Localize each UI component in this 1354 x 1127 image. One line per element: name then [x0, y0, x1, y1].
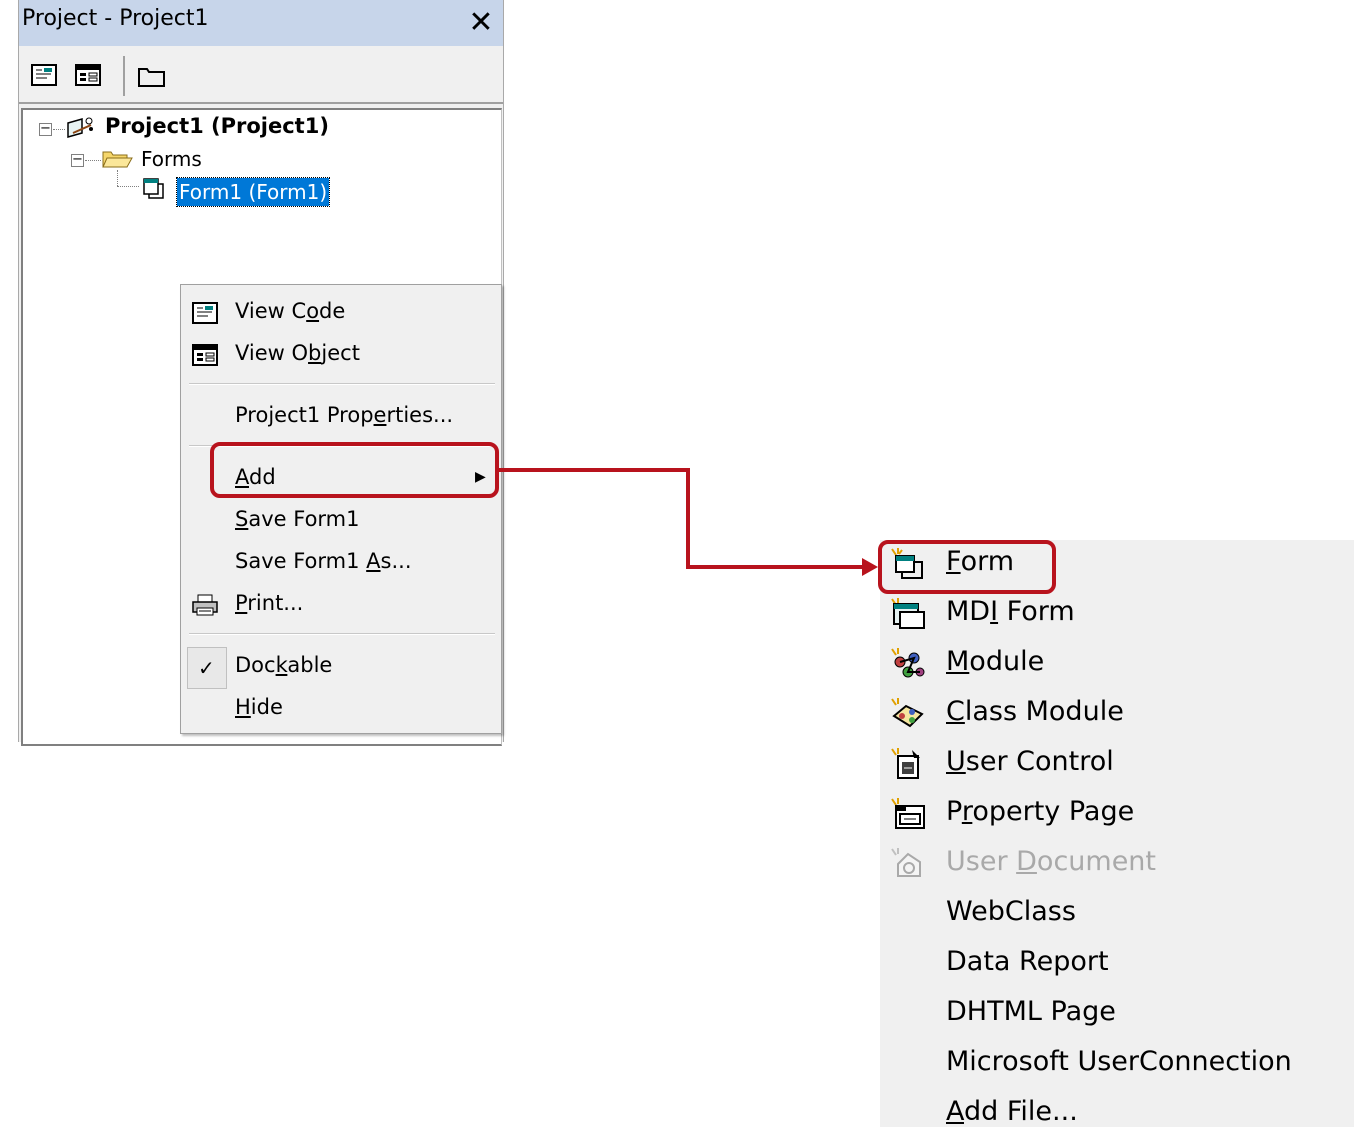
- submenu-item-webclass[interactable]: WebClass: [880, 890, 1354, 938]
- submenu-item-class-module[interactable]: Class Module: [880, 690, 1354, 738]
- property-page-icon: [891, 798, 925, 829]
- submenu-item-label: DHTML Page: [946, 996, 1116, 1027]
- submenu-item-module[interactable]: Module: [880, 640, 1354, 688]
- mdi-form-icon: [891, 598, 925, 629]
- submenu-item-user-control[interactable]: User Control: [880, 740, 1354, 788]
- submenu-item-label: Add File...: [946, 1096, 1078, 1127]
- add-submenu: Form MDI Form Module Class Module User C…: [880, 540, 1354, 1127]
- submenu-item-label: User Document: [946, 846, 1157, 877]
- submenu-item-label: WebClass: [946, 896, 1076, 927]
- user-document-icon: [891, 848, 921, 877]
- submenu-item-property-page[interactable]: Property Page: [880, 790, 1354, 838]
- class-module-icon: [891, 698, 924, 728]
- submenu-item-user-document[interactable]: User Document: [880, 840, 1354, 888]
- module-icon: [891, 648, 925, 678]
- submenu-item-user-connection[interactable]: Microsoft UserConnection: [880, 1040, 1354, 1088]
- submenu-item-label: Class Module: [946, 696, 1124, 727]
- submenu-item-data-report[interactable]: Data Report: [880, 940, 1354, 988]
- submenu-item-dhtml-page[interactable]: DHTML Page: [880, 990, 1354, 1038]
- submenu-item-label: MDI Form: [946, 596, 1075, 627]
- submenu-item-label: User Control: [946, 746, 1114, 777]
- submenu-item-label: Property Page: [946, 796, 1135, 827]
- submenu-item-label: Data Report: [946, 946, 1109, 977]
- submenu-item-label: Microsoft UserConnection: [946, 1046, 1292, 1077]
- submenu-item-add-file[interactable]: Add File...: [880, 1090, 1354, 1127]
- submenu-item-mdi-form[interactable]: MDI Form: [880, 590, 1354, 638]
- form-highlight-box: [878, 540, 1056, 594]
- user-control-icon: [891, 748, 920, 779]
- submenu-item-label: Module: [946, 646, 1045, 677]
